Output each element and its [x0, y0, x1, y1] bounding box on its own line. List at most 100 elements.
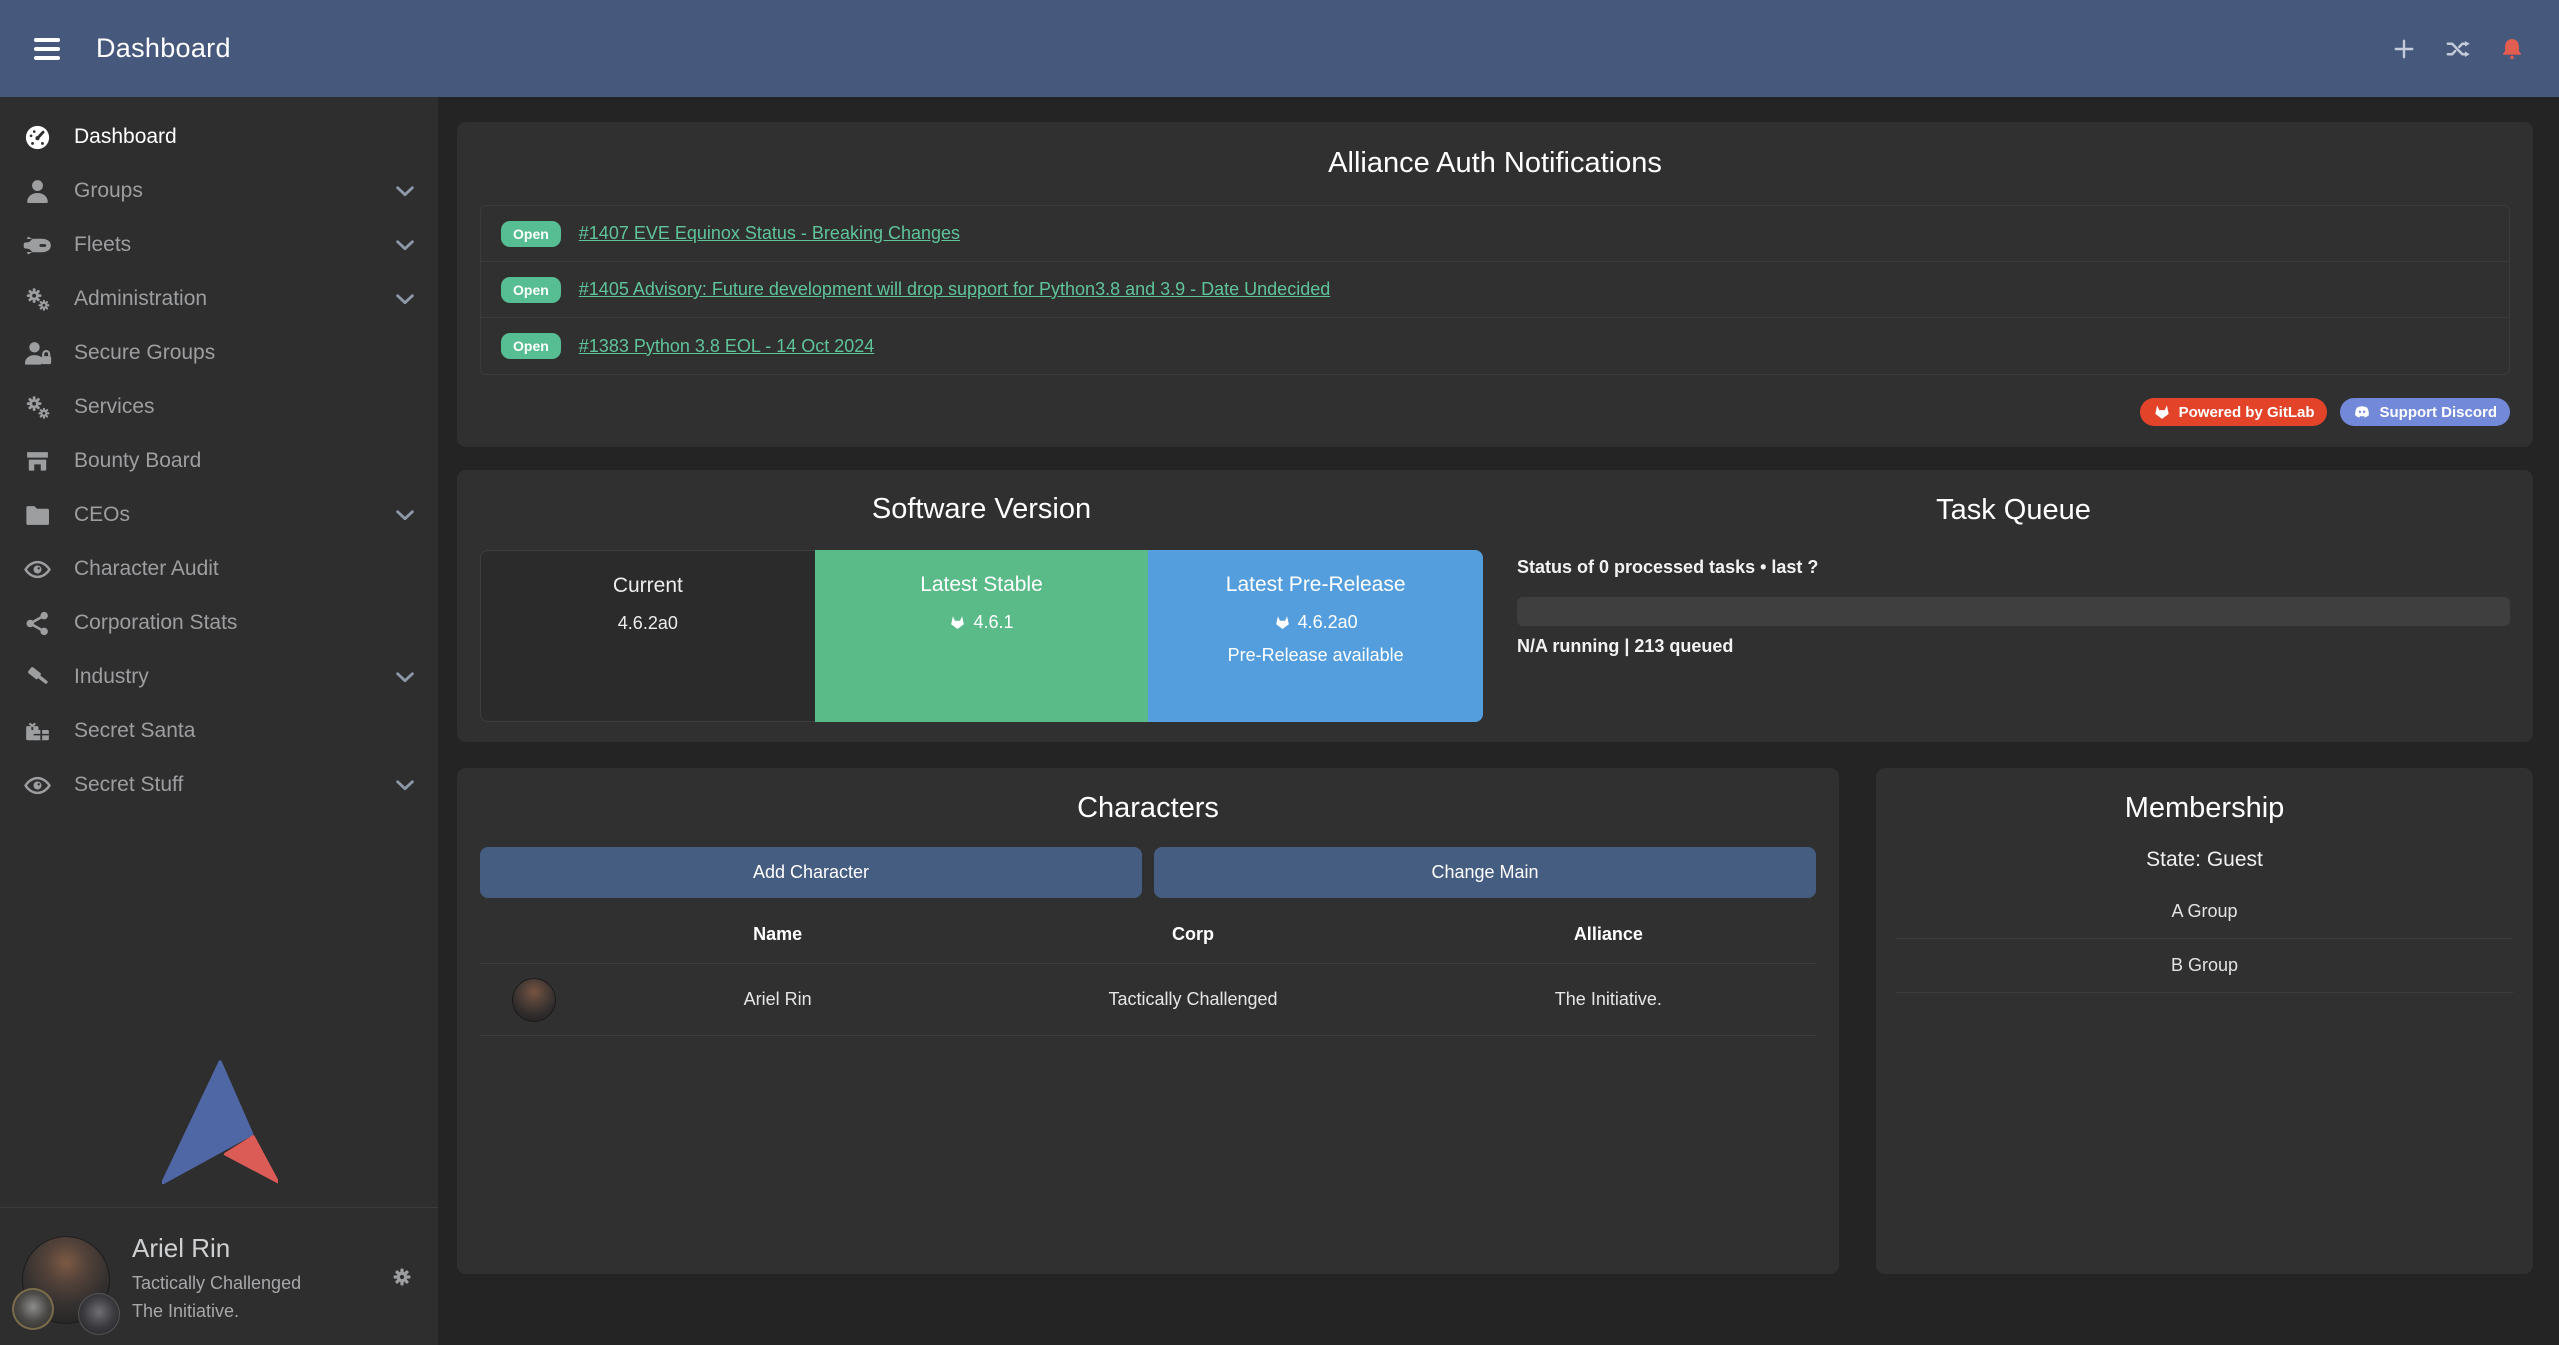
task-queue-title: Task Queue: [1517, 494, 2510, 527]
sidebar-item-secret-stuff[interactable]: Secret Stuff: [0, 758, 438, 812]
sidebar-item-bounty-board[interactable]: Bounty Board: [0, 434, 438, 488]
membership-title: Membership: [1896, 792, 2513, 825]
task-queue-status-line: Status of 0 processed tasks • last ?: [1517, 557, 2510, 578]
list-item: B Group: [1896, 939, 2513, 993]
character-corp: Tactically Challenged: [985, 989, 1400, 1010]
alliance-auth-logo: [162, 1060, 278, 1184]
notification-link[interactable]: #1405 Advisory: Future development will …: [579, 279, 1330, 300]
sidebar-item-dashboard[interactable]: Dashboard: [0, 110, 438, 164]
user-panel: Ariel Rin Tactically Challenged The Init…: [0, 1207, 438, 1345]
characters-panel: Characters Add Character Change Main Nam…: [457, 768, 1839, 1274]
eye-icon: [22, 770, 52, 800]
alliance-logo: [78, 1293, 120, 1335]
chevron-down-icon: [392, 664, 418, 690]
task-queue-progress-bar: [1517, 597, 2510, 626]
notification-item: Open #1405 Advisory: Future development …: [481, 262, 2509, 318]
character-name: Ariel Rin: [570, 989, 985, 1010]
table-row: Ariel Rin Tactically Challenged The Init…: [480, 964, 1816, 1036]
user-lock-icon: [22, 338, 52, 368]
notification-item: Open #1407 EVE Equinox Status - Breaking…: [481, 206, 2509, 262]
chevron-down-icon: [392, 772, 418, 798]
gitlab-tanuki-icon: [1274, 614, 1291, 631]
software-version-section: Software Version Current 4.6.2a0 Latest …: [480, 493, 1483, 742]
shuffle-icon[interactable]: [2441, 32, 2475, 66]
status-badge: Open: [501, 221, 561, 247]
store-icon: [22, 446, 52, 476]
gitlab-tanuki-icon: [2153, 403, 2171, 421]
sidebar-item-fleets[interactable]: Fleets: [0, 218, 438, 272]
sidebar-item-ceos[interactable]: CEOs: [0, 488, 438, 542]
col-header-alliance: Alliance: [1401, 924, 1816, 945]
add-character-button[interactable]: Add Character: [480, 847, 1142, 898]
sidebar-item-groups[interactable]: Groups: [0, 164, 438, 218]
notification-link[interactable]: #1407 EVE Equinox Status - Breaking Chan…: [579, 223, 960, 244]
notification-item: Open #1383 Python 3.8 EOL - 14 Oct 2024: [481, 318, 2509, 374]
character-portrait: [512, 978, 556, 1022]
change-main-button[interactable]: Change Main: [1154, 847, 1816, 898]
sidebar-item-services[interactable]: Services: [0, 380, 438, 434]
software-version-title: Software Version: [480, 493, 1483, 526]
share-icon: [22, 608, 52, 638]
chevron-down-icon: [392, 178, 418, 204]
col-header-name: Name: [570, 924, 985, 945]
sidebar-item-corporation-stats[interactable]: Corporation Stats: [0, 596, 438, 650]
characters-table: Name Corp Alliance Ariel Rin Tactically …: [480, 906, 1816, 1036]
user-icon: [22, 176, 52, 206]
membership-panel: Membership State: Guest A Group B Group: [1876, 768, 2533, 1274]
membership-state: State: Guest: [1896, 848, 2513, 872]
task-queue-section: Task Queue Status of 0 processed tasks •…: [1517, 493, 2510, 742]
characters-title: Characters: [480, 792, 1816, 825]
hammer-icon: [22, 662, 52, 692]
status-badge: Open: [501, 333, 561, 359]
notifications-panel: Alliance Auth Notifications Open #1407 E…: [457, 122, 2533, 447]
sidebar-item-administration[interactable]: Administration: [0, 272, 438, 326]
notifications-list: Open #1407 EVE Equinox Status - Breaking…: [480, 205, 2510, 375]
user-settings-gear-icon[interactable]: [388, 1264, 416, 1292]
tachometer-icon: [22, 122, 52, 152]
col-header-corp: Corp: [985, 924, 1400, 945]
notification-link[interactable]: #1383 Python 3.8 EOL - 14 Oct 2024: [579, 336, 875, 357]
eye-icon: [22, 554, 52, 584]
version-latest-stable-cell: Latest Stable 4.6.1: [815, 550, 1149, 722]
version-current-cell: Current 4.6.2a0: [481, 551, 815, 721]
plus-icon[interactable]: [2387, 32, 2421, 66]
app-root: Dashboard Dashboard Groups Fleets: [0, 0, 2559, 1345]
folder-icon: [22, 500, 52, 530]
support-discord-badge[interactable]: Support Discord: [2340, 398, 2510, 426]
sidebar-menu: Dashboard Groups Fleets Administration S…: [0, 97, 438, 812]
task-queue-queue-line: N/A running | 213 queued: [1517, 636, 2510, 657]
top-navbar: Dashboard: [0, 0, 2559, 97]
chevron-down-icon: [392, 232, 418, 258]
user-alliance: The Initiative.: [132, 1301, 301, 1322]
membership-groups-list: A Group B Group: [1896, 885, 2513, 993]
sidebar: Dashboard Groups Fleets Administration S…: [0, 97, 438, 1345]
navbar-title: Dashboard: [96, 33, 231, 64]
gifts-icon: [22, 716, 52, 746]
bell-icon[interactable]: [2495, 32, 2529, 66]
chevron-down-icon: [392, 286, 418, 312]
status-badge: Open: [501, 277, 561, 303]
shuttle-icon: [22, 230, 52, 260]
sidebar-item-character-audit[interactable]: Character Audit: [0, 542, 438, 596]
sidebar-item-secret-santa[interactable]: Secret Santa: [0, 704, 438, 758]
gears-icon: [22, 392, 52, 422]
menu-toggle-button[interactable]: [30, 34, 64, 64]
sidebar-item-secure-groups[interactable]: Secure Groups: [0, 326, 438, 380]
user-name: Ariel Rin: [132, 1233, 301, 1264]
gitlab-tanuki-icon: [949, 614, 966, 631]
notifications-title: Alliance Auth Notifications: [480, 147, 2510, 180]
powered-by-gitlab-badge[interactable]: Powered by GitLab: [2140, 398, 2328, 426]
chevron-down-icon: [392, 502, 418, 528]
characters-table-header: Name Corp Alliance: [480, 906, 1816, 964]
status-panel: Software Version Current 4.6.2a0 Latest …: [457, 470, 2533, 742]
corp-logo: [12, 1288, 54, 1330]
main-content: Alliance Auth Notifications Open #1407 E…: [457, 122, 2533, 1274]
version-latest-prerelease-cell: Latest Pre-Release 4.6.2a0 Pre-Release a…: [1148, 550, 1483, 722]
gears-icon: [22, 284, 52, 314]
user-corp: Tactically Challenged: [132, 1273, 301, 1294]
sidebar-item-industry[interactable]: Industry: [0, 650, 438, 704]
version-box: Current 4.6.2a0 Latest Stable 4.6.1 Late…: [480, 550, 1483, 722]
discord-icon: [2353, 403, 2371, 421]
list-item: A Group: [1896, 885, 2513, 939]
character-alliance: The Initiative.: [1401, 989, 1816, 1010]
